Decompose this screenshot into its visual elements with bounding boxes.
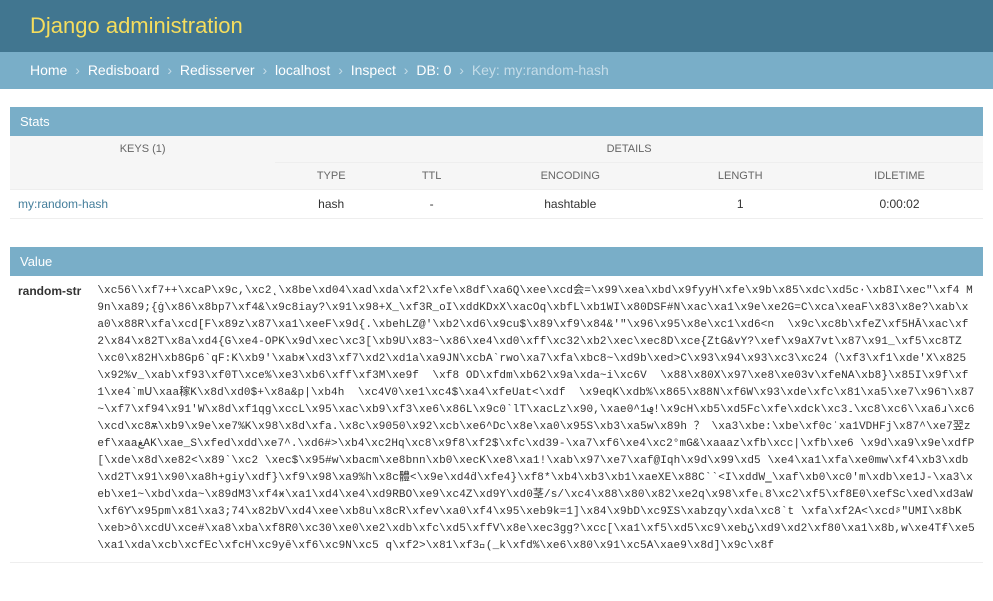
col-encoding: ENCODING bbox=[476, 163, 664, 190]
breadcrumb-sep: › bbox=[75, 62, 80, 78]
breadcrumb-sep: › bbox=[404, 62, 409, 78]
col-ttl: TTL bbox=[387, 163, 476, 190]
table-row: random-str \xc56\\xf7++\xcaP\x9c,\xc2˛\x… bbox=[10, 276, 983, 563]
cell-type: hash bbox=[275, 190, 387, 219]
breadcrumb-sep: › bbox=[167, 62, 172, 78]
breadcrumb-home[interactable]: Home bbox=[30, 62, 67, 78]
value-section: Value random-str \xc56\\xf7++\xcaP\x9c,\… bbox=[10, 247, 983, 563]
col-type: TYPE bbox=[275, 163, 387, 190]
cell-idletime: 0:00:02 bbox=[816, 190, 983, 219]
stats-heading: Stats bbox=[10, 107, 983, 136]
value-field-name: random-str bbox=[10, 276, 89, 563]
breadcrumb-sep: › bbox=[459, 62, 464, 78]
breadcrumb-localhost[interactable]: localhost bbox=[275, 62, 330, 78]
breadcrumb-redisboard[interactable]: Redisboard bbox=[88, 62, 160, 78]
col-length: LENGTH bbox=[664, 163, 816, 190]
cell-length: 1 bbox=[664, 190, 816, 219]
site-title: Django administration bbox=[30, 13, 963, 39]
cell-ttl: - bbox=[387, 190, 476, 219]
breadcrumb-inspect[interactable]: Inspect bbox=[351, 62, 396, 78]
breadcrumb: Home › Redisboard › Redisserver › localh… bbox=[0, 52, 993, 89]
stats-table: KEYS (1) DETAILS TYPE TTL ENCODING LENGT… bbox=[10, 136, 983, 219]
stats-section: Stats KEYS (1) DETAILS TYPE TTL ENCODING… bbox=[10, 107, 983, 219]
table-row: my:random-hash hash - hashtable 1 0:00:0… bbox=[10, 190, 983, 219]
value-content: \xc56\\xf7++\xcaP\x9c,\xc2˛\x8be\xd04\xa… bbox=[89, 276, 983, 563]
value-table: random-str \xc56\\xf7++\xcaP\x9c,\xc2˛\x… bbox=[10, 276, 983, 563]
breadcrumb-sep: › bbox=[262, 62, 267, 78]
key-link[interactable]: my:random-hash bbox=[18, 197, 108, 211]
breadcrumb-current: Key: my:random-hash bbox=[472, 62, 609, 78]
breadcrumb-db[interactable]: DB: 0 bbox=[416, 62, 451, 78]
cell-encoding: hashtable bbox=[476, 190, 664, 219]
value-heading: Value bbox=[10, 247, 983, 276]
col-details: DETAILS bbox=[275, 136, 983, 163]
col-idletime: IDLETIME bbox=[816, 163, 983, 190]
breadcrumb-sep: › bbox=[338, 62, 343, 78]
breadcrumb-redisserver[interactable]: Redisserver bbox=[180, 62, 255, 78]
col-keys: KEYS (1) bbox=[10, 136, 275, 190]
